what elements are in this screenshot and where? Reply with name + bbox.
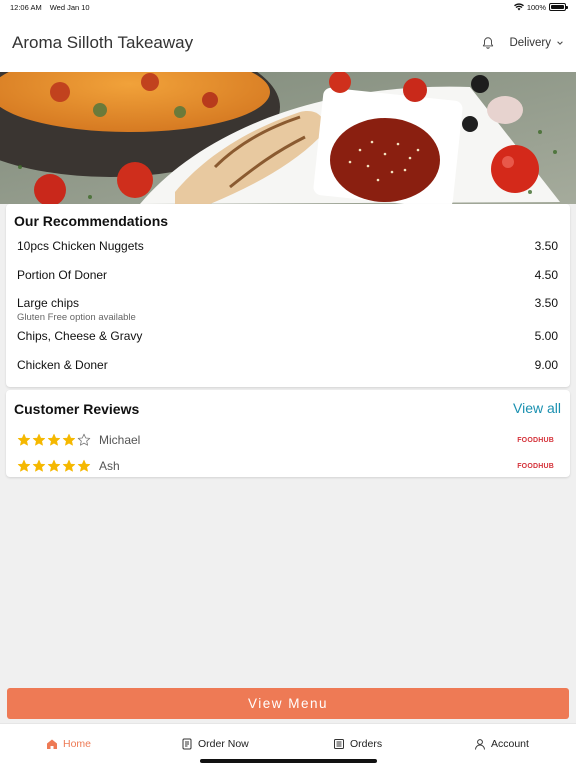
menu-item-note: Gluten Free option available: [17, 312, 136, 323]
hero-food-image: [0, 72, 576, 204]
delivery-label: Delivery: [509, 37, 551, 49]
wifi-icon: [513, 3, 524, 11]
status-time: 12:06 AM: [10, 2, 42, 12]
view-menu-button[interactable]: View Menu: [7, 688, 569, 719]
bell-icon[interactable]: [481, 36, 495, 50]
header-actions: Delivery: [481, 36, 564, 50]
recommendations-title: Our Recommendations: [14, 213, 169, 229]
home-icon: [47, 739, 57, 749]
review-row: Michael FOODHUB: [17, 432, 554, 448]
star-filled-icon: [17, 459, 31, 472]
chevron-down-icon: [557, 41, 563, 45]
menu-item-price: 4.50: [534, 268, 558, 282]
tab-account-label: Account: [491, 738, 529, 750]
orders-icon: [334, 739, 344, 749]
menu-item-price: 9.00: [534, 358, 558, 372]
star-filled-icon: [17, 433, 31, 446]
menu-item[interactable]: Chicken & Doner 9.00: [17, 358, 558, 372]
menu-item-name: Portion Of Doner: [17, 268, 108, 282]
menu-item-name: 10pcs Chicken Nuggets: [17, 239, 144, 253]
status-right: 100%: [513, 2, 568, 12]
foodhub-logo: FOODHUB: [517, 436, 554, 444]
star-rating: [17, 459, 91, 473]
restaurant-name: Aroma Silloth Takeaway: [12, 33, 194, 52]
tab-home-label: Home: [63, 738, 92, 750]
menu-item[interactable]: Chips, Cheese & Gravy 5.00: [17, 329, 558, 343]
status-bar: 12:06 AM Wed Jan 10 100%: [0, 0, 576, 14]
view-all-link[interactable]: View all: [513, 400, 561, 416]
battery-percent: 100%: [526, 2, 546, 12]
recommendations-card: Our Recommendations 10pcs Chicken Nugget…: [6, 204, 570, 387]
star-filled-icon: [62, 459, 76, 472]
menu-item[interactable]: Portion Of Doner 4.50: [17, 268, 558, 282]
star-filled-icon: [32, 433, 46, 446]
reviews-title: Customer Reviews: [14, 401, 140, 417]
star-filled-icon: [77, 459, 91, 472]
order-icon: [182, 738, 192, 750]
tab-order-now[interactable]: Order Now: [181, 738, 249, 750]
tab-orders[interactable]: Orders: [333, 738, 382, 750]
foodhub-logo: FOODHUB: [517, 462, 554, 470]
tab-order-now-label: Order Now: [198, 738, 249, 750]
reviewer-name: Ash: [99, 459, 120, 473]
menu-item-price: 3.50: [534, 296, 558, 310]
app-header: Aroma Silloth Takeaway Delivery: [0, 14, 576, 72]
star-filled-icon: [62, 433, 76, 446]
star-empty-icon: [77, 433, 91, 446]
menu-item-name: Chips, Cheese & Gravy: [17, 329, 143, 343]
star-filled-icon: [47, 459, 61, 472]
tab-orders-label: Orders: [350, 738, 383, 750]
tab-account[interactable]: Account: [474, 738, 529, 750]
star-rating: [17, 433, 91, 447]
star-filled-icon: [32, 459, 46, 472]
reviewer-name: Michael: [99, 433, 141, 447]
menu-item[interactable]: 10pcs Chicken Nuggets 3.50: [17, 239, 558, 253]
reviews-card: Customer Reviews View all Michael FOODHU…: [6, 390, 570, 477]
menu-item-price: 3.50: [534, 239, 558, 253]
review-row: Ash FOODHUB: [17, 458, 554, 474]
account-icon: [475, 739, 485, 750]
status-date: Wed Jan 10: [49, 2, 90, 12]
tab-home[interactable]: Home: [46, 738, 91, 750]
menu-item[interactable]: Large chips 3.50 Gluten Free option avai…: [17, 296, 558, 323]
menu-item-name: Chicken & Doner: [17, 358, 108, 372]
star-filled-icon: [47, 433, 61, 446]
battery-icon: [549, 3, 568, 11]
menu-item-name: Large chips: [17, 296, 80, 310]
menu-item-price: 5.00: [534, 329, 558, 343]
home-indicator: [200, 759, 377, 763]
delivery-selector[interactable]: Delivery: [509, 37, 564, 49]
